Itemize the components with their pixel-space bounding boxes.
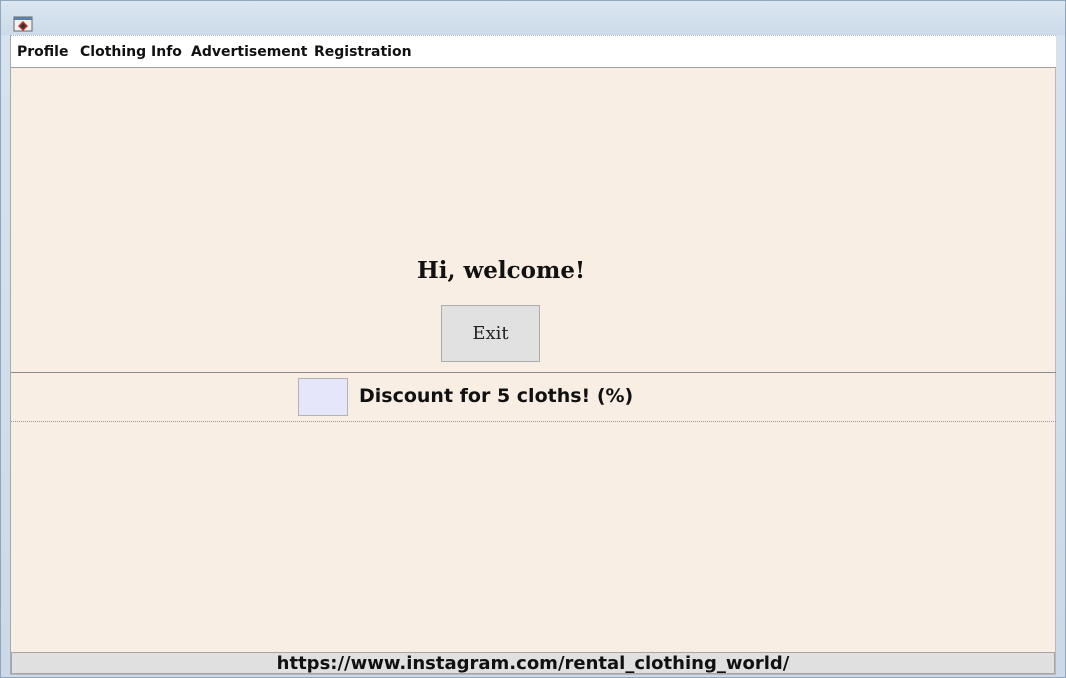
app-window: Profile Clothing Info Advertisement Regi… [0, 0, 1066, 678]
exit-button[interactable]: Exit [441, 305, 540, 362]
menu-item-clothing-info[interactable]: Clothing Info [80, 44, 182, 60]
menu-item-advertisement[interactable]: Advertisement [191, 44, 307, 60]
welcome-heading: Hi, welcome! [417, 257, 586, 284]
menu-item-registration[interactable]: Registration [314, 44, 412, 60]
menu-item-profile[interactable]: Profile [17, 44, 68, 60]
discount-label: Discount for 5 cloths! (%) [359, 385, 634, 407]
content-panel: Profile Clothing Info Advertisement Regi… [10, 35, 1056, 675]
discount-row: Discount for 5 cloths! (%) [11, 372, 1056, 422]
title-bar[interactable] [1, 1, 1065, 35]
app-icon[interactable] [13, 15, 33, 33]
instagram-link[interactable]: https://www.instagram.com/rental_clothin… [11, 652, 1055, 674]
discount-input[interactable] [298, 378, 348, 416]
menu-bar: Profile Clothing Info Advertisement Regi… [11, 35, 1056, 68]
